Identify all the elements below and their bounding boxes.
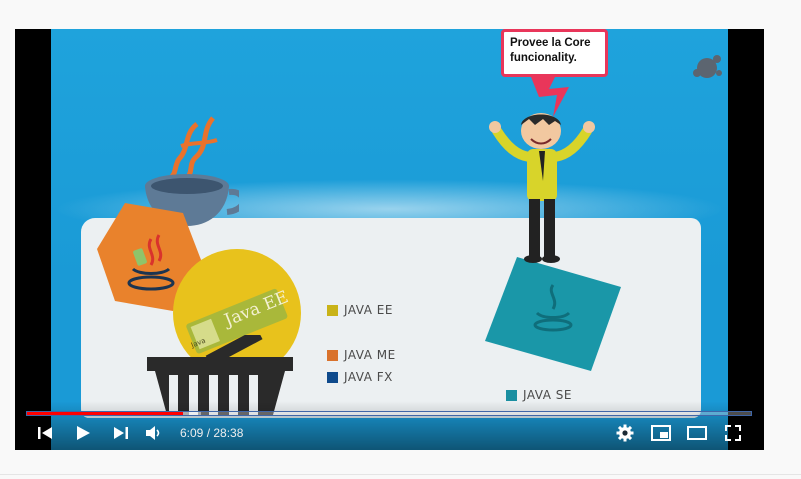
play-icon xyxy=(77,426,90,440)
legend-item-java-ee: JAVA EE xyxy=(327,303,393,317)
volume-button[interactable] xyxy=(142,423,166,443)
progress-played xyxy=(27,412,183,415)
speech-bubble-tail-icon xyxy=(531,77,569,117)
legend-item-java-me: JAVA ME xyxy=(327,348,396,362)
video-frame: Java EE Java JAVA EE JAVA ME JAVA FX JAV… xyxy=(51,29,728,450)
settings-icon xyxy=(616,424,634,442)
legend-label: JAVA SE xyxy=(523,388,572,402)
video-player[interactable]: Java EE Java JAVA EE JAVA ME JAVA FX JAV… xyxy=(15,29,764,450)
fullscreen-icon xyxy=(725,425,741,441)
theater-icon xyxy=(687,426,707,440)
theater-mode-button[interactable] xyxy=(685,423,709,443)
miniplayer-icon xyxy=(651,425,671,441)
time-separator: / xyxy=(203,426,214,440)
channel-logo-icon xyxy=(693,55,722,78)
page: Java EE Java JAVA EE JAVA ME JAVA FX JAV… xyxy=(0,0,801,479)
miniplayer-button[interactable] xyxy=(649,423,673,443)
volume-icon xyxy=(146,426,160,440)
progress-bar[interactable] xyxy=(26,411,752,416)
previous-icon xyxy=(38,427,52,439)
previous-button[interactable] xyxy=(33,423,57,443)
divider xyxy=(0,474,801,475)
java-se-diamond-icon xyxy=(485,257,621,371)
legend-item-java-se: JAVA SE xyxy=(506,388,572,402)
next-button[interactable] xyxy=(109,423,133,443)
legend-swatch xyxy=(506,389,517,401)
presenter-character-icon xyxy=(489,113,595,263)
legend-swatch xyxy=(327,304,338,316)
legend-label: JAVA FX xyxy=(344,370,393,384)
legend-swatch xyxy=(327,371,338,383)
legend-label: JAVA EE xyxy=(344,303,393,317)
legend-item-java-fx: JAVA FX xyxy=(327,370,393,384)
time-total: 28:38 xyxy=(213,426,244,440)
legend-swatch xyxy=(327,349,338,361)
speech-bubble: Provee la Core funcionality. xyxy=(501,29,608,77)
time-current: 6:09 xyxy=(180,426,204,440)
time-display: 6:09 / 28:38 xyxy=(180,426,243,440)
fullscreen-button[interactable] xyxy=(721,423,745,443)
speech-bubble-text: Provee la Core funcionality. xyxy=(510,37,591,64)
legend-label: JAVA ME xyxy=(344,348,396,362)
player-controls: 6:09 / 28:38 xyxy=(15,401,764,450)
settings-button[interactable] xyxy=(613,423,637,443)
next-icon xyxy=(114,427,128,439)
play-button[interactable] xyxy=(71,423,95,443)
